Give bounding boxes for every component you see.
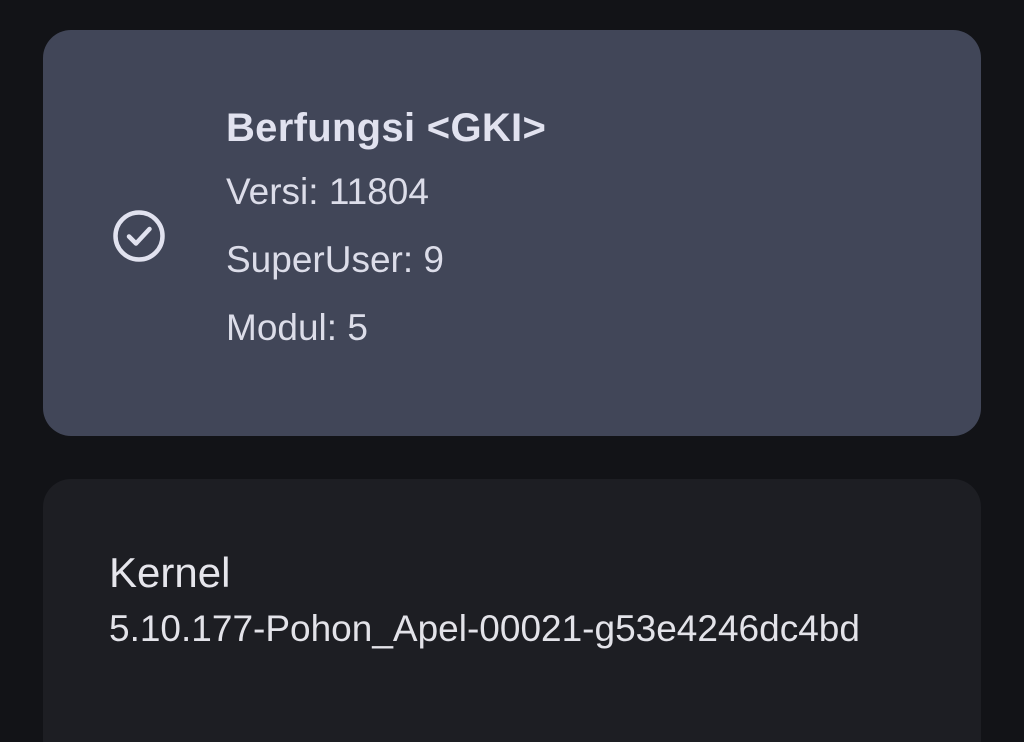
check-circle-icon [110,207,168,265]
superuser-count-text: SuperUser: 9 [226,239,444,280]
kernel-value: 5.10.177-Pohon_Apel-00021-g53e4246dc4bd [109,608,860,649]
version-text: Versi: 11804 [226,171,429,212]
screen: Berfungsi <GKI> Versi: 11804 SuperUser: … [0,0,1024,742]
kernel-info: Kernel 5.10.177-Pohon_Apel-00021-g53e424… [109,546,929,657]
status-text-group: Berfungsi <GKI> Versi: 11804 SuperUser: … [226,100,546,372]
module-count-text: Modul: 5 [226,307,368,348]
kernel-label: Kernel [109,549,231,596]
status-title: Berfungsi <GKI> [226,106,547,150]
